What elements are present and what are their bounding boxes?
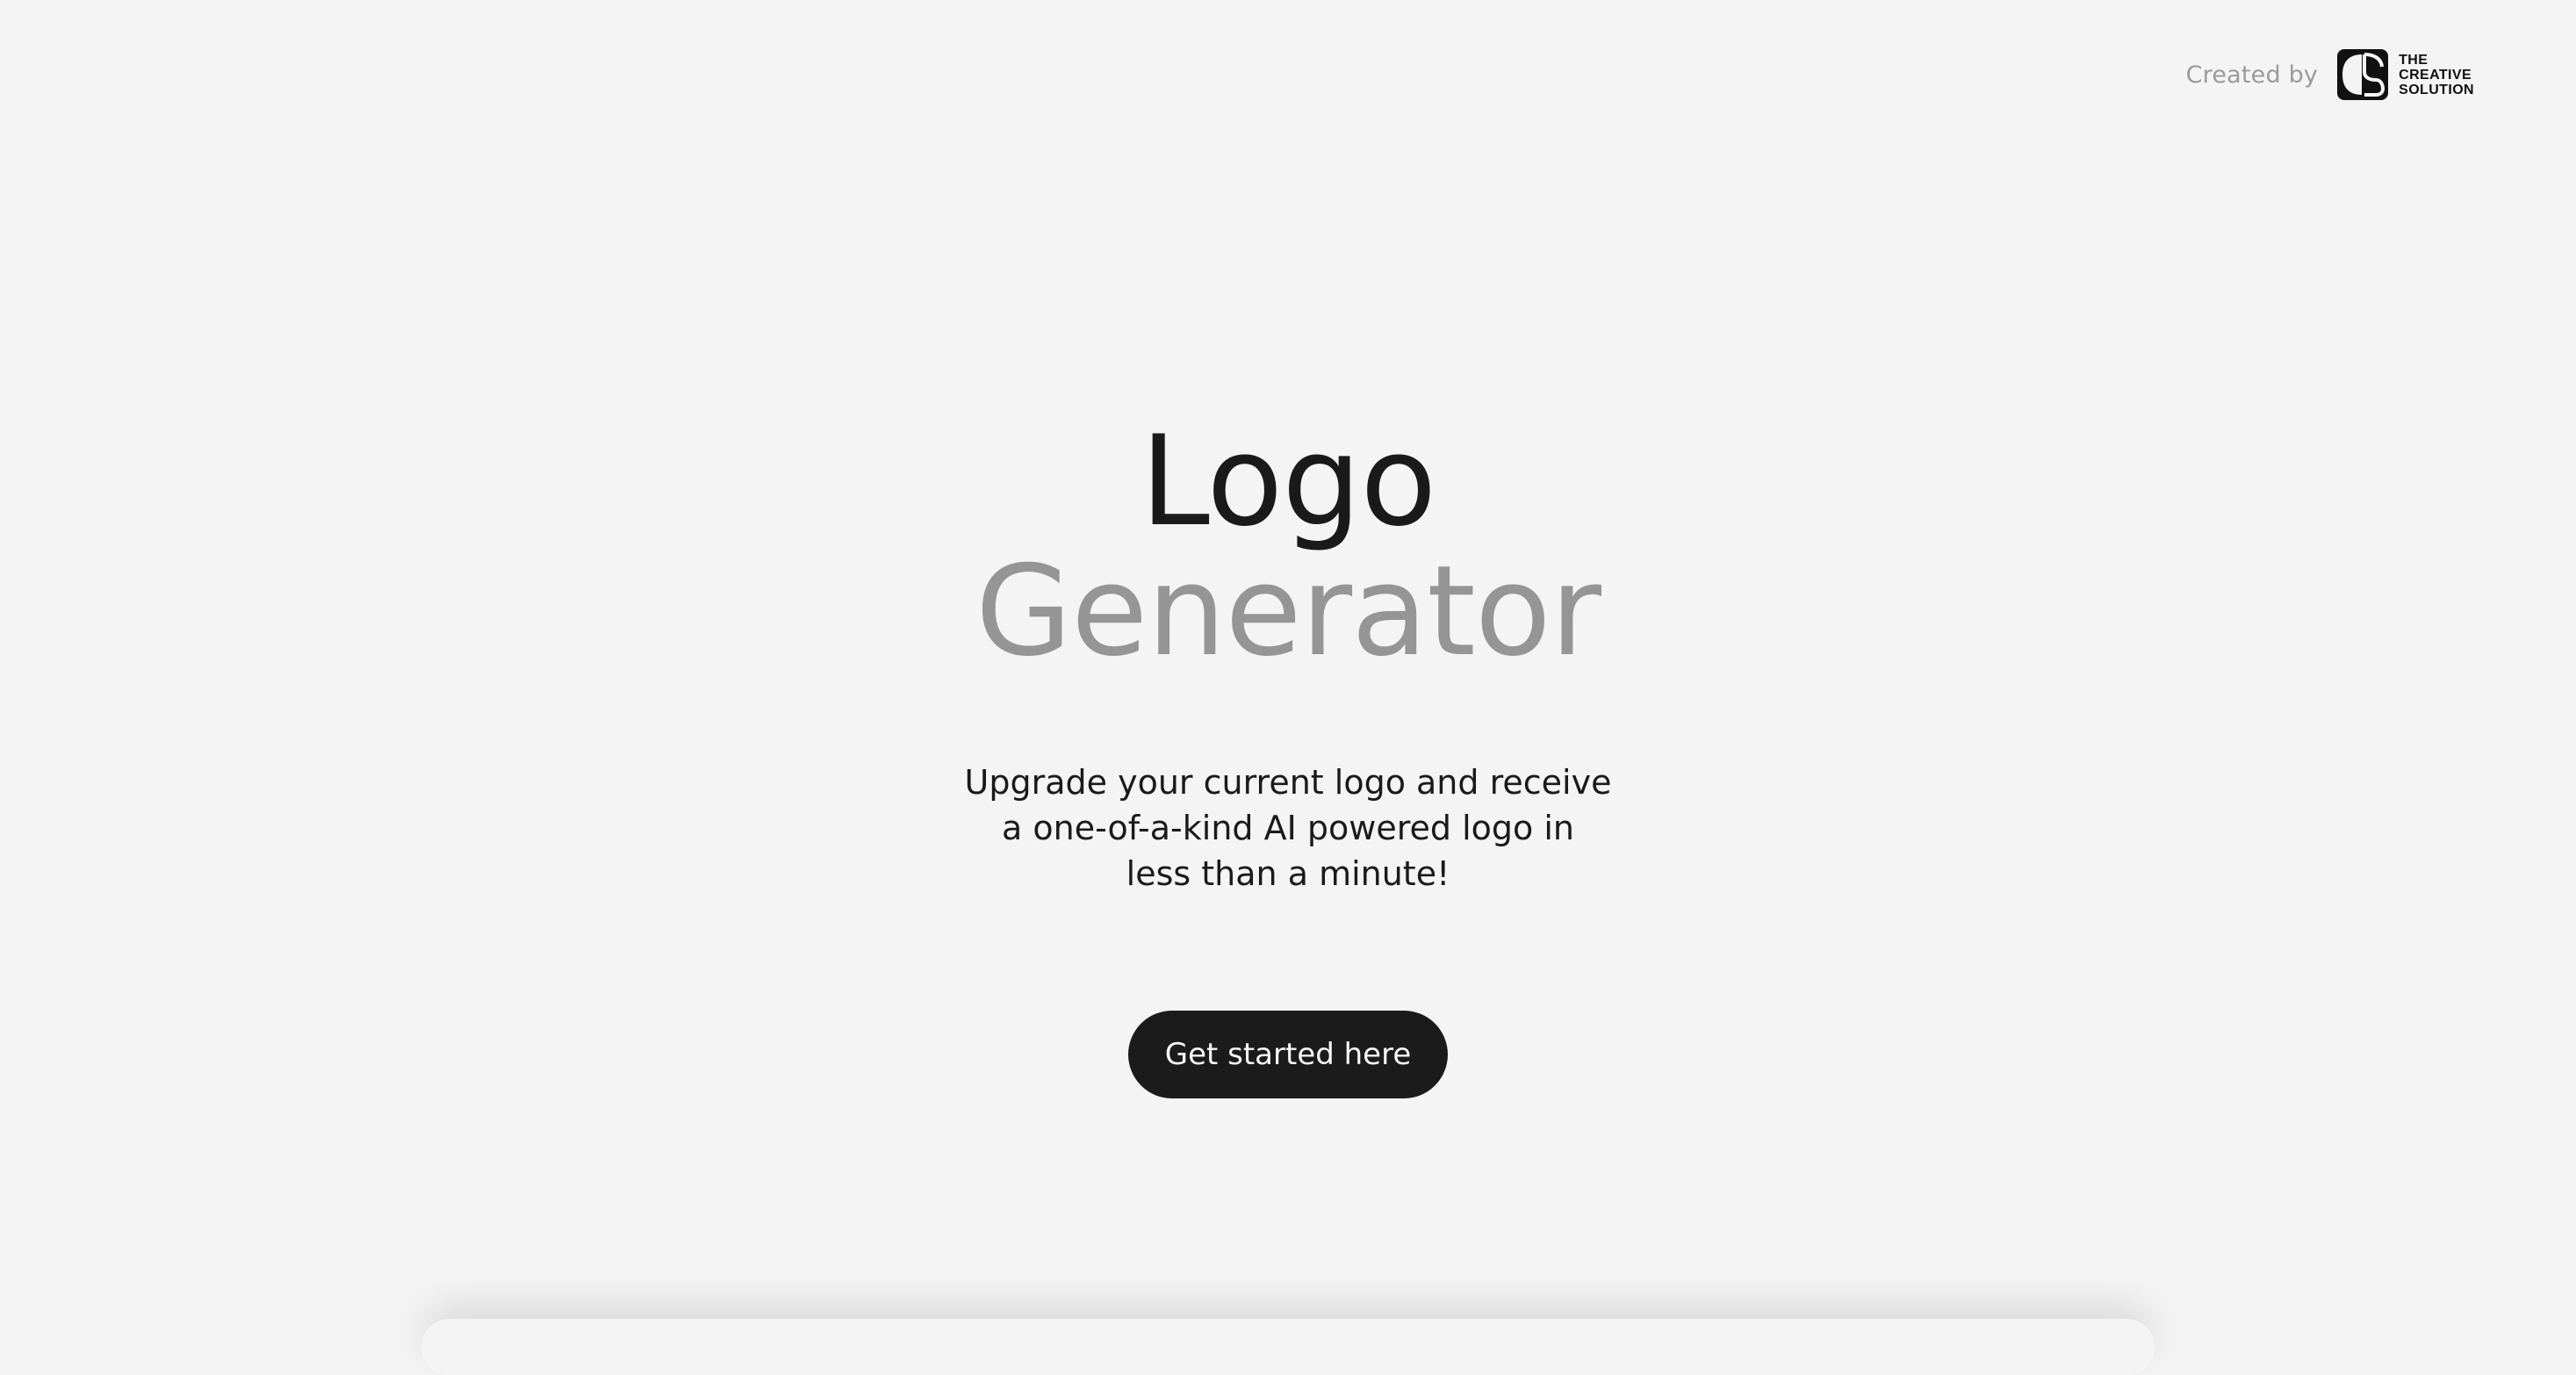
cta-container: Get started here: [0, 1011, 2576, 1098]
cs-monogram-icon: [2337, 49, 2389, 100]
bottom-card-edge: [421, 1319, 2155, 1375]
get-started-button[interactable]: Get started here: [1128, 1011, 1448, 1098]
subtitle-line-1: Upgrade your current logo and receive: [964, 763, 1612, 802]
creator-credit: Created by THE CREATIVE SOLUTION: [2186, 47, 2474, 102]
subtitle-line-3: less than a minute!: [1126, 854, 1450, 893]
created-by-label: Created by: [2185, 61, 2319, 89]
hero-subtitle: Upgrade your current logo and receive a …: [954, 759, 1622, 896]
title-generator: Generator: [975, 539, 1601, 684]
brand-wordmark: THE CREATIVE SOLUTION: [2399, 53, 2474, 97]
subtitle-line-2: a one-of-a-kind AI powered logo in: [1002, 809, 1574, 847]
brand-line-creative: CREATIVE: [2399, 67, 2472, 83]
brand-line-solution: SOLUTION: [2399, 82, 2474, 97]
hero-section: Logo Generator Upgrade your current logo…: [0, 417, 2576, 1098]
brand-line-the: THE: [2399, 52, 2428, 68]
brand-logo-link[interactable]: THE CREATIVE SOLUTION: [2335, 47, 2474, 102]
title-logo: Logo: [1140, 409, 1437, 554]
